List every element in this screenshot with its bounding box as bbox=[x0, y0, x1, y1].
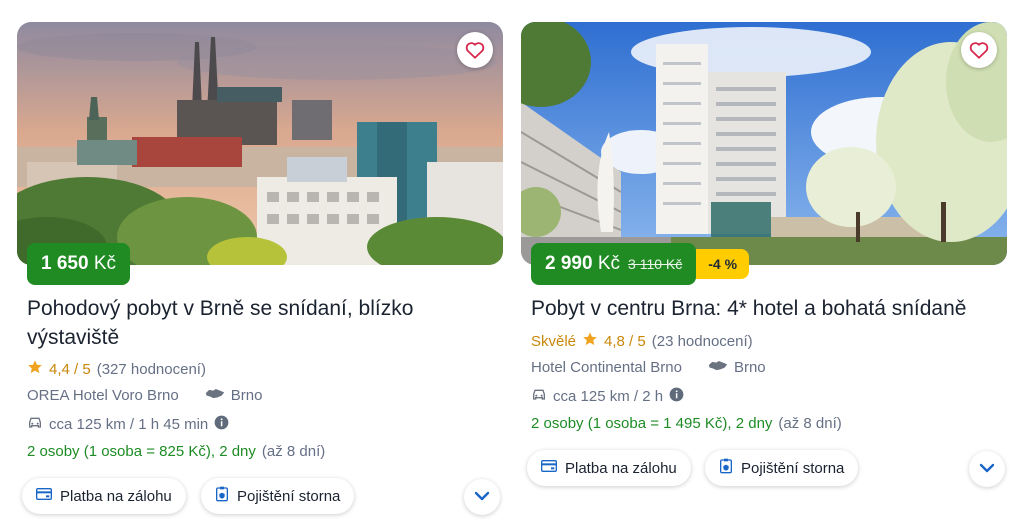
brno-cathedral-photo bbox=[17, 22, 503, 265]
rating-label: Skvělé bbox=[531, 332, 577, 350]
czech-map-icon bbox=[708, 359, 728, 376]
chevron-down-icon bbox=[474, 488, 490, 506]
offer-title[interactable]: Pobyt v centru Brna: 4* hotel a bohatá s… bbox=[531, 294, 991, 323]
star-icon bbox=[27, 359, 43, 379]
deposit-payment-label: Platba na zálohu bbox=[60, 487, 172, 505]
card-payment-icon bbox=[541, 459, 557, 477]
travel-distance: cca 125 km / 2 h bbox=[553, 388, 664, 405]
favorite-button[interactable] bbox=[961, 32, 997, 68]
travel-distance: cca 125 km / 1 h 45 min bbox=[49, 416, 209, 433]
hotel-name: OREA Hotel Voro Brno bbox=[27, 387, 179, 404]
travel-row: cca 125 km / 1 h 45 min bbox=[27, 415, 229, 434]
insurance-icon bbox=[719, 458, 733, 478]
city-name: Brno bbox=[733, 359, 766, 376]
expand-button[interactable] bbox=[969, 451, 1005, 487]
info-icon[interactable] bbox=[214, 415, 229, 434]
chevron-down-icon bbox=[979, 460, 995, 478]
persons-info: 2 osoby (1 osoba = 1 495 Kč), 2 dny bbox=[531, 415, 773, 432]
star-icon bbox=[582, 331, 598, 351]
offer-photo[interactable] bbox=[521, 22, 1007, 265]
car-icon bbox=[531, 388, 547, 406]
cancellation-insurance-button[interactable]: Pojištění storna bbox=[705, 450, 859, 486]
deposit-payment-button[interactable]: Platba na zálohu bbox=[22, 478, 186, 514]
review-count: (327 hodnocení) bbox=[96, 360, 206, 378]
rating-value: 4,4 / 5 bbox=[49, 360, 91, 378]
review-count: (23 hodnocení) bbox=[651, 332, 753, 350]
car-icon bbox=[27, 416, 43, 434]
cancellation-insurance-button[interactable]: Pojištění storna bbox=[201, 478, 355, 514]
heart-icon bbox=[969, 41, 989, 59]
favorite-button[interactable] bbox=[457, 32, 493, 68]
price-value: 2 990 Kč bbox=[545, 253, 621, 274]
rating-row: Skvělé 4,8 / 5 (23 hodnocení) bbox=[531, 331, 753, 351]
cancellation-insurance-label: Pojištění storna bbox=[237, 487, 341, 505]
discount-badge: -4 % bbox=[696, 249, 750, 279]
rating-row: 4,4 / 5 (327 hodnocení) bbox=[27, 359, 206, 379]
city-name: Brno bbox=[230, 387, 263, 404]
czech-map-icon bbox=[205, 387, 225, 404]
offer-title[interactable]: Pohodový pobyt v Brně se snídaní, blízko… bbox=[27, 294, 487, 352]
persons-info: 2 osoby (1 osoba = 825 Kč), 2 dny bbox=[27, 443, 256, 460]
offer-photo[interactable] bbox=[17, 22, 503, 265]
max-days: (až 8 dní) bbox=[778, 415, 842, 432]
price-badge: 1 650 Kč bbox=[27, 243, 131, 285]
deposit-payment-button[interactable]: Platba na zálohu bbox=[527, 450, 691, 486]
location-row: Hotel Continental Brno Brno bbox=[531, 359, 766, 376]
original-price: 3 110 Kč bbox=[628, 256, 683, 272]
persons-row: 2 osoby (1 osoba = 825 Kč), 2 dny (až 8 … bbox=[27, 443, 325, 460]
rating-value: 4,8 / 5 bbox=[604, 332, 646, 350]
cancellation-insurance-label: Pojištění storna bbox=[741, 459, 845, 477]
insurance-icon bbox=[215, 486, 229, 506]
offer-card[interactable]: 1 650 Kč Pohodový pobyt v Brně se snídan… bbox=[17, 22, 503, 522]
price-row: 1 650 Kč bbox=[27, 243, 131, 285]
price-value: 1 650 Kč bbox=[41, 253, 117, 274]
info-icon[interactable] bbox=[669, 387, 684, 406]
expand-button[interactable] bbox=[464, 479, 500, 515]
location-row: OREA Hotel Voro Brno Brno bbox=[27, 387, 262, 404]
price-row: 2 990 Kč 3 110 Kč -4 % bbox=[531, 243, 750, 285]
max-days: (až 8 dní) bbox=[261, 443, 326, 460]
heart-icon bbox=[465, 41, 485, 59]
hotel-continental-photo bbox=[521, 22, 1007, 265]
persons-row: 2 osoby (1 osoba = 1 495 Kč), 2 dny (až … bbox=[531, 415, 842, 432]
offer-card[interactable]: 2 990 Kč 3 110 Kč -4 % Pobyt v centru Br… bbox=[521, 22, 1007, 522]
price-badge: 2 990 Kč 3 110 Kč bbox=[531, 243, 697, 285]
travel-row: cca 125 km / 2 h bbox=[531, 387, 684, 406]
card-payment-icon bbox=[36, 487, 52, 505]
deposit-payment-label: Platba na zálohu bbox=[565, 459, 677, 477]
hotel-name: Hotel Continental Brno bbox=[531, 359, 682, 376]
